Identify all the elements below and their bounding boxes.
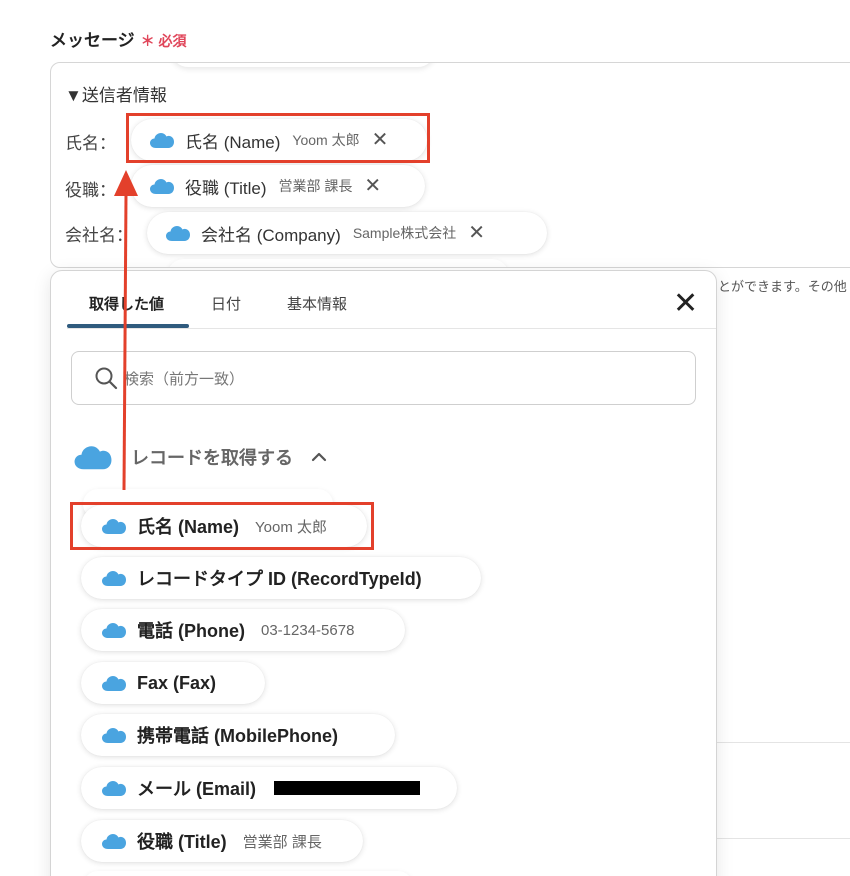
ghost-chip bbox=[83, 871, 413, 876]
section-heading: ▼送信者情報 bbox=[65, 86, 167, 105]
ghost-chip-bottom bbox=[167, 259, 509, 267]
picker-item-title[interactable]: 役職 (Title) 営業部 課長 bbox=[81, 820, 363, 862]
variable-picker-popup: 取得した値 日付 基本情報 ✕ レコードを取得する 氏名 (Name) Yoom… bbox=[50, 270, 717, 876]
redacted-value bbox=[274, 781, 421, 795]
field-label-text: メッセージ bbox=[50, 31, 135, 50]
row-label-title: 役職： bbox=[65, 181, 116, 200]
required-badge: ＊ 必須 bbox=[140, 33, 187, 49]
close-icon[interactable]: ✕ bbox=[364, 176, 381, 196]
active-tab-indicator bbox=[67, 324, 189, 328]
salesforce-cloud-icon bbox=[102, 781, 126, 796]
picker-item-phone[interactable]: 電話 (Phone) 03-1234-5678 bbox=[81, 609, 405, 651]
highlight-box-picker-item bbox=[70, 502, 374, 550]
search-icon bbox=[95, 367, 118, 390]
chevron-up-icon[interactable] bbox=[311, 452, 327, 462]
item-label: 電話 (Phone) bbox=[137, 621, 245, 641]
item-label: Fax (Fax) bbox=[137, 672, 217, 693]
group-header[interactable]: レコードを取得する bbox=[73, 443, 327, 471]
item-label: レコードタイプ ID (RecordTypeId) bbox=[137, 569, 422, 589]
item-label: 携帯電話 (MobilePhone) bbox=[137, 726, 338, 746]
search-input[interactable] bbox=[124, 366, 664, 392]
chip-label: 会社名 (Company) bbox=[201, 225, 341, 245]
search-box[interactable] bbox=[71, 351, 696, 405]
tab-basic-info[interactable]: 基本情報 bbox=[287, 293, 347, 314]
item-value: 営業部 課長 bbox=[242, 833, 322, 851]
item-label: 役職 (Title) bbox=[137, 832, 227, 852]
chip-value: 営業部 課長 bbox=[278, 178, 353, 194]
chip-label: 役職 (Title) bbox=[185, 178, 267, 198]
salesforce-cloud-icon bbox=[102, 623, 126, 638]
variable-chip-title[interactable]: 役職 (Title) 営業部 課長 ✕ bbox=[131, 165, 425, 207]
salesforce-cloud-icon bbox=[166, 226, 190, 241]
picker-item-fax[interactable]: Fax (Fax) bbox=[81, 662, 265, 704]
row-label-name: 氏名： bbox=[65, 134, 116, 153]
message-field-label: メッセージ ＊ 必須 bbox=[50, 26, 187, 51]
tab-retrieved-values[interactable]: 取得した値 bbox=[89, 293, 164, 314]
picker-item-mobilephone[interactable]: 携帯電話 (MobilePhone) bbox=[81, 714, 395, 756]
tab-bar: 取得した値 日付 基本情報 bbox=[67, 271, 716, 329]
group-title: レコードを取得する bbox=[131, 448, 293, 468]
close-icon[interactable]: ✕ bbox=[468, 223, 485, 243]
divider bbox=[716, 838, 850, 839]
salesforce-cloud-icon bbox=[102, 676, 126, 691]
salesforce-cloud-icon bbox=[102, 571, 126, 586]
variable-chip-company[interactable]: 会社名 (Company) Sample株式会社 ✕ bbox=[147, 212, 547, 254]
row-label-company: 会社名： bbox=[65, 226, 133, 245]
divider bbox=[716, 742, 850, 743]
salesforce-cloud-icon bbox=[102, 728, 126, 743]
salesforce-cloud-icon bbox=[102, 834, 126, 849]
message-editor[interactable]: ▼送信者情報 氏名： 氏名 (Name) Yoom 太郎 ✕ 役職： 役職 (T… bbox=[50, 62, 850, 268]
tab-date[interactable]: 日付 bbox=[211, 293, 241, 314]
picker-item-email[interactable]: メール (Email) bbox=[81, 767, 457, 809]
highlight-box-inserted-chip bbox=[126, 113, 430, 163]
item-label: メール (Email) bbox=[137, 779, 257, 799]
ghost-chip-top bbox=[171, 63, 435, 67]
salesforce-cloud-icon bbox=[74, 446, 112, 470]
close-icon[interactable]: ✕ bbox=[673, 289, 698, 319]
picker-item-recordtypeid[interactable]: レコードタイプ ID (RecordTypeId) bbox=[81, 557, 481, 599]
salesforce-cloud-icon bbox=[150, 179, 174, 194]
helper-text: とができます。その他 bbox=[718, 279, 847, 294]
item-value: 03-1234-5678 bbox=[261, 621, 355, 639]
chip-value: Sample株式会社 bbox=[352, 225, 457, 241]
